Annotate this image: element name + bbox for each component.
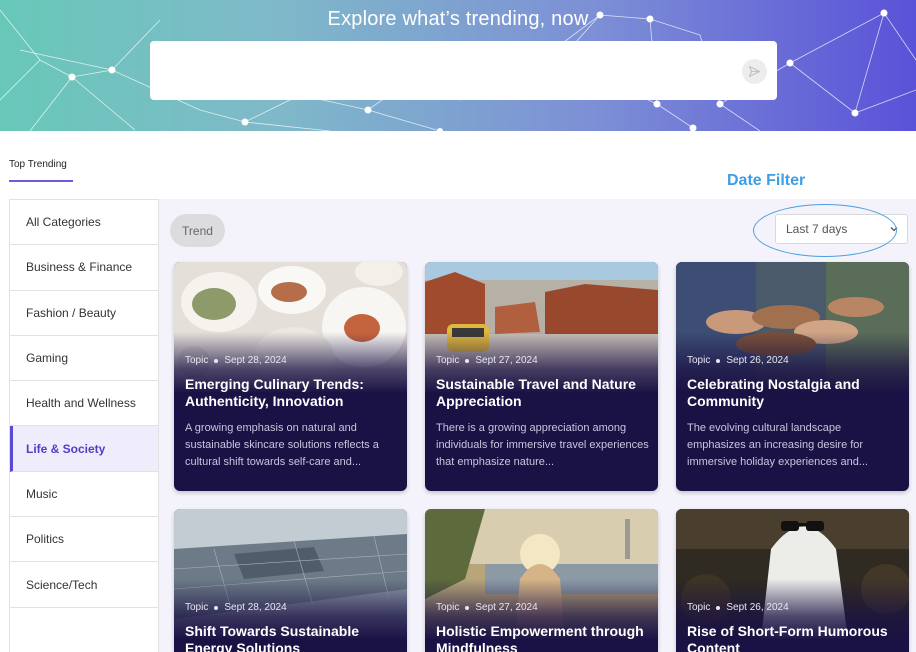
bullet-icon bbox=[214, 605, 219, 610]
card-date: Sept 28, 2024 bbox=[224, 355, 287, 366]
trend-card[interactable]: Topic Sept 27, 2024 Holistic Empowerment… bbox=[425, 509, 658, 652]
card-title: Sustainable Travel and Nature Appreciati… bbox=[436, 376, 636, 409]
card-meta: Topic Sept 27, 2024 bbox=[436, 602, 538, 613]
chevron-down-icon bbox=[890, 227, 898, 232]
trend-card[interactable]: Topic Sept 26, 2024 Celebrating Nostalgi… bbox=[676, 262, 909, 491]
bullet-icon bbox=[465, 358, 470, 363]
sidebar-item-all-categories[interactable]: All Categories bbox=[10, 200, 158, 246]
trend-card[interactable]: Topic Sept 28, 2024 Emerging Culinary Tr… bbox=[174, 262, 407, 491]
tab-active-indicator bbox=[9, 180, 73, 182]
search-input[interactable] bbox=[164, 53, 724, 87]
card-summary: A growing emphasis on natural and sustai… bbox=[185, 422, 379, 468]
card-title: Holistic Empowerment through Mindfulness bbox=[436, 623, 644, 652]
category-sidebar: All Categories Business & Finance Fashio… bbox=[9, 199, 159, 652]
sidebar-item-politics[interactable]: Politics bbox=[10, 517, 158, 563]
card-meta: Topic Sept 26, 2024 bbox=[687, 602, 789, 613]
card-topic: Topic bbox=[185, 355, 209, 366]
sidebar-item-fashion-beauty[interactable]: Fashion / Beauty bbox=[10, 291, 158, 336]
card-meta: Topic Sept 27, 2024 bbox=[436, 355, 538, 366]
sidebar-item-business-finance[interactable]: Business & Finance bbox=[10, 245, 158, 291]
card-summary: The evolving cultural landscape emphasiz… bbox=[687, 422, 868, 468]
card-date: Sept 26, 2024 bbox=[726, 602, 789, 613]
card-topic: Topic bbox=[687, 602, 711, 613]
sidebar-item-gaming[interactable]: Gaming bbox=[10, 336, 158, 382]
card-meta: Topic Sept 26, 2024 bbox=[687, 355, 789, 366]
card-topic: Topic bbox=[687, 355, 711, 366]
card-date: Sept 28, 2024 bbox=[224, 602, 287, 613]
date-filter-annotation: Date Filter bbox=[727, 172, 806, 189]
card-meta: Topic Sept 28, 2024 bbox=[185, 355, 287, 366]
send-icon bbox=[748, 65, 761, 78]
bullet-icon bbox=[716, 358, 721, 363]
card-title: Celebrating Nostalgia and Community bbox=[687, 376, 860, 409]
search-box bbox=[150, 41, 777, 100]
card-date: Sept 26, 2024 bbox=[726, 355, 789, 366]
card-title: Shift Towards Sustainable Energy Solutio… bbox=[185, 623, 359, 652]
date-filter-select[interactable]: Last 7 days bbox=[775, 214, 908, 244]
bullet-icon bbox=[716, 605, 721, 610]
card-topic: Topic bbox=[436, 602, 460, 613]
date-filter-value: Last 7 days bbox=[786, 222, 848, 236]
tab-top-trending[interactable]: Top Trending bbox=[9, 159, 67, 170]
card-title: Emerging Culinary Trends: Authenticity, … bbox=[185, 376, 364, 409]
bullet-icon bbox=[465, 605, 470, 610]
card-topic: Topic bbox=[436, 355, 460, 366]
hero-banner: Explore what’s trending, now bbox=[0, 0, 916, 131]
card-summary: There is a growing appreciation among in… bbox=[436, 422, 649, 468]
card-title: Rise of Short-Form Humorous Content bbox=[687, 623, 888, 652]
hero-title: Explore what’s trending, now bbox=[327, 8, 589, 30]
card-date: Sept 27, 2024 bbox=[475, 355, 538, 366]
sidebar-item-music[interactable]: Music bbox=[10, 472, 158, 518]
trend-card[interactable]: Topic Sept 28, 2024 Shift Towards Sustai… bbox=[174, 509, 407, 652]
trend-filter-chip[interactable]: Trend bbox=[170, 214, 225, 247]
send-button[interactable] bbox=[742, 59, 767, 84]
sidebar-item-life-society[interactable]: Life & Society bbox=[10, 426, 158, 472]
bullet-icon bbox=[214, 358, 219, 363]
card-topic: Topic bbox=[185, 602, 209, 613]
trend-card[interactable]: Topic Sept 26, 2024 Rise of Short-Form H… bbox=[676, 509, 909, 652]
card-date: Sept 27, 2024 bbox=[475, 602, 538, 613]
trend-card[interactable]: Topic Sept 27, 2024 Sustainable Travel a… bbox=[425, 262, 658, 491]
card-meta: Topic Sept 28, 2024 bbox=[185, 602, 287, 613]
sidebar-item-science-tech[interactable]: Science/Tech bbox=[10, 562, 158, 608]
sidebar-item-health-wellness[interactable]: Health and Wellness bbox=[10, 381, 158, 427]
